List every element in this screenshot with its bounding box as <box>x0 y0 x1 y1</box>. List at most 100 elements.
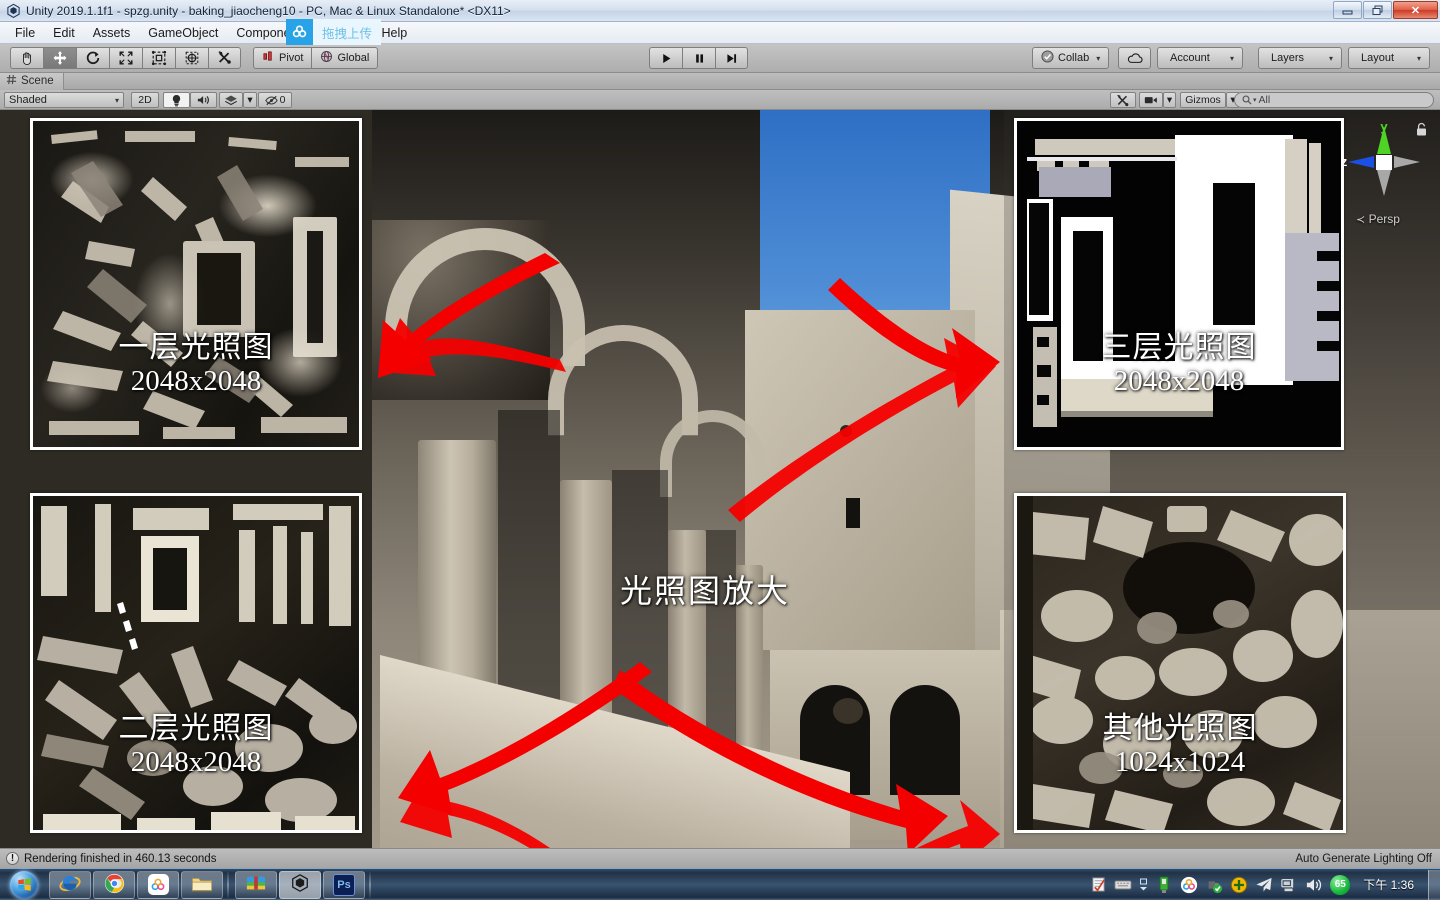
scene-fx-dropdown[interactable]: ▾ <box>243 92 257 108</box>
menu-edit[interactable]: Edit <box>44 23 84 43</box>
global-toggle-button[interactable]: Global <box>311 47 379 69</box>
svg-text:y: y <box>1380 119 1388 134</box>
menu-gameobject[interactable]: GameObject <box>139 23 227 43</box>
scene-audio-toggle[interactable] <box>190 92 217 108</box>
menu-bar: File Edit Assets GameObject Component Wi… <box>0 22 1440 44</box>
collab-label: Collab <box>1058 52 1090 64</box>
drag-upload-overlay[interactable]: 拖拽上传 <box>286 19 382 45</box>
pause-button[interactable] <box>682 47 715 69</box>
rect-tool-button[interactable] <box>142 47 175 69</box>
minimize-button[interactable] <box>1333 1 1362 19</box>
search-icon: ▾ <box>1242 95 1259 105</box>
gizmo-perspective-label[interactable]: ≺ Persp <box>1356 212 1400 226</box>
unity-toolbar: Pivot Global Collab ▾ Account ▾ Layers ▾… <box>0 44 1440 73</box>
cloud-tray-icon[interactable] <box>1180 876 1198 894</box>
layout-button-group: Layout ▾ <box>1348 47 1430 69</box>
gizmo-lock-icon[interactable] <box>1415 122 1428 140</box>
lightmap-panel-floor3[interactable]: 三层光照图 2048x2048 <box>1014 118 1344 450</box>
lightmap-panel-floor1[interactable]: 一层光照图 2048x2048 <box>30 118 362 450</box>
auto-generate-lighting-status[interactable]: Auto Generate Lighting Off <box>1295 853 1432 865</box>
taskbar-cloud-app[interactable] <box>137 870 179 899</box>
cloud-button[interactable] <box>1118 47 1151 69</box>
check-circle-icon <box>1041 50 1054 66</box>
plus-circle-icon[interactable] <box>1230 876 1248 894</box>
pivot-rotation-group: Pivot Global <box>253 47 379 69</box>
draw-mode-dropdown[interactable]: Shaded ▾ <box>4 92 124 108</box>
scale-tool-button[interactable] <box>109 47 142 69</box>
taskbar-divider-2 <box>369 871 371 898</box>
pivot-icon <box>262 50 275 66</box>
scene-view-options-button[interactable] <box>1110 92 1136 108</box>
layers-button-group: Layers ▾ <box>1258 47 1342 69</box>
tray-expand-icon[interactable] <box>1139 876 1148 894</box>
keyboard-icon[interactable] <box>1114 876 1132 894</box>
status-message-area[interactable]: ! Rendering finished in 460.13 seconds <box>6 852 216 865</box>
lightmap-thumbnail-other <box>1017 496 1343 830</box>
scene-hidden-objects-toggle[interactable]: 0 <box>258 92 292 108</box>
notepad-icon[interactable] <box>1089 876 1107 894</box>
gizmos-button[interactable]: Gizmos <box>1180 92 1226 108</box>
show-desktop-button[interactable] <box>1428 869 1440 900</box>
drag-upload-label: 拖拽上传 <box>313 19 382 45</box>
taskbar-unity-editor[interactable] <box>279 870 321 899</box>
paper-plane-icon[interactable] <box>1255 876 1273 894</box>
status-bar: ! Rendering finished in 460.13 seconds A… <box>0 848 1440 868</box>
cloud-app-icon <box>147 874 169 895</box>
transform-tool-button[interactable] <box>175 47 208 69</box>
custom-editor-tool-button[interactable] <box>208 47 241 69</box>
pivot-label: Pivot <box>279 52 304 64</box>
menu-file[interactable]: File <box>6 23 44 43</box>
close-button[interactable]: ✕ <box>1393 1 1438 19</box>
taskbar-google-chrome[interactable] <box>93 870 135 899</box>
2d-toggle-button[interactable]: 2D <box>131 92 159 108</box>
cloud-button-group <box>1118 47 1151 69</box>
lightmap-panel-other[interactable]: 其他光照图 1024x1024 <box>1014 493 1346 833</box>
scene-camera-button[interactable] <box>1139 92 1163 108</box>
scene-search-input[interactable]: ▾ All <box>1234 92 1434 108</box>
network-icon[interactable] <box>1280 876 1298 894</box>
restore-button[interactable] <box>1363 1 1392 19</box>
play-button[interactable] <box>649 47 682 69</box>
scene-viewport[interactable]: 光照图放大 一层光照图 2048x2048 三层光照图 2048x2048 二层… <box>0 110 1440 848</box>
layout-button[interactable]: Layout ▾ <box>1348 47 1430 69</box>
plug-check-icon[interactable] <box>1205 876 1223 894</box>
globe-icon <box>320 50 333 66</box>
system-tray: 65 下午 1:36 <box>1089 874 1428 895</box>
layers-label: Layers <box>1271 52 1305 64</box>
rotate-tool-button[interactable] <box>76 47 109 69</box>
lightmap-thumbnail-floor1 <box>33 121 359 447</box>
tab-scene[interactable]: Scene <box>0 72 64 90</box>
pivot-toggle-button[interactable]: Pivot <box>253 47 312 69</box>
global-label: Global <box>337 52 370 64</box>
lightmap-thumbnail-floor2 <box>33 496 359 830</box>
ps-icon: Ps <box>333 873 355 896</box>
move-tool-button[interactable] <box>43 47 76 69</box>
layers-button[interactable]: Layers ▾ <box>1258 47 1342 69</box>
draw-mode-value: Shaded <box>9 94 47 106</box>
windows-start-icon[interactable] <box>1 870 47 900</box>
scene-axis-gizmo[interactable]: y z ≺ Persp <box>1336 118 1432 226</box>
taskbar-file-explorer[interactable] <box>181 870 223 899</box>
status-message-text: Rendering finished in 460.13 seconds <box>24 852 217 865</box>
chevron-down-icon: ▾ <box>1328 53 1333 63</box>
step-button[interactable] <box>715 47 748 69</box>
scene-fx-toggle[interactable] <box>219 92 243 108</box>
account-button[interactable]: Account ▾ <box>1157 47 1243 69</box>
scene-camera-dropdown[interactable]: ▾ <box>1163 92 1176 108</box>
usb-icon[interactable] <box>1155 876 1173 894</box>
taskbar-winrar[interactable] <box>235 870 277 899</box>
taskbar-photoshop[interactable]: Ps <box>323 870 365 899</box>
taskbar-clock[interactable]: 下午 1:36 <box>1357 876 1424 893</box>
lightmap-panel-floor2[interactable]: 二层光照图 2048x2048 <box>30 493 362 833</box>
scene-lighting-toggle[interactable] <box>163 92 190 108</box>
battery-badge-icon[interactable]: 65 <box>1330 874 1351 895</box>
speaker-icon[interactable] <box>1305 876 1323 894</box>
windows-taskbar: Ps 65 下午 1:36 <box>0 868 1440 900</box>
playback-controls <box>649 47 748 69</box>
cloud-upload-icon <box>286 19 313 45</box>
taskbar-internet-explorer[interactable] <box>49 870 91 899</box>
collab-button[interactable]: Collab ▾ <box>1032 47 1110 69</box>
hand-tool-button[interactable] <box>10 47 43 69</box>
scene-tab-bar: Scene <box>0 72 1440 90</box>
menu-assets[interactable]: Assets <box>84 23 140 43</box>
